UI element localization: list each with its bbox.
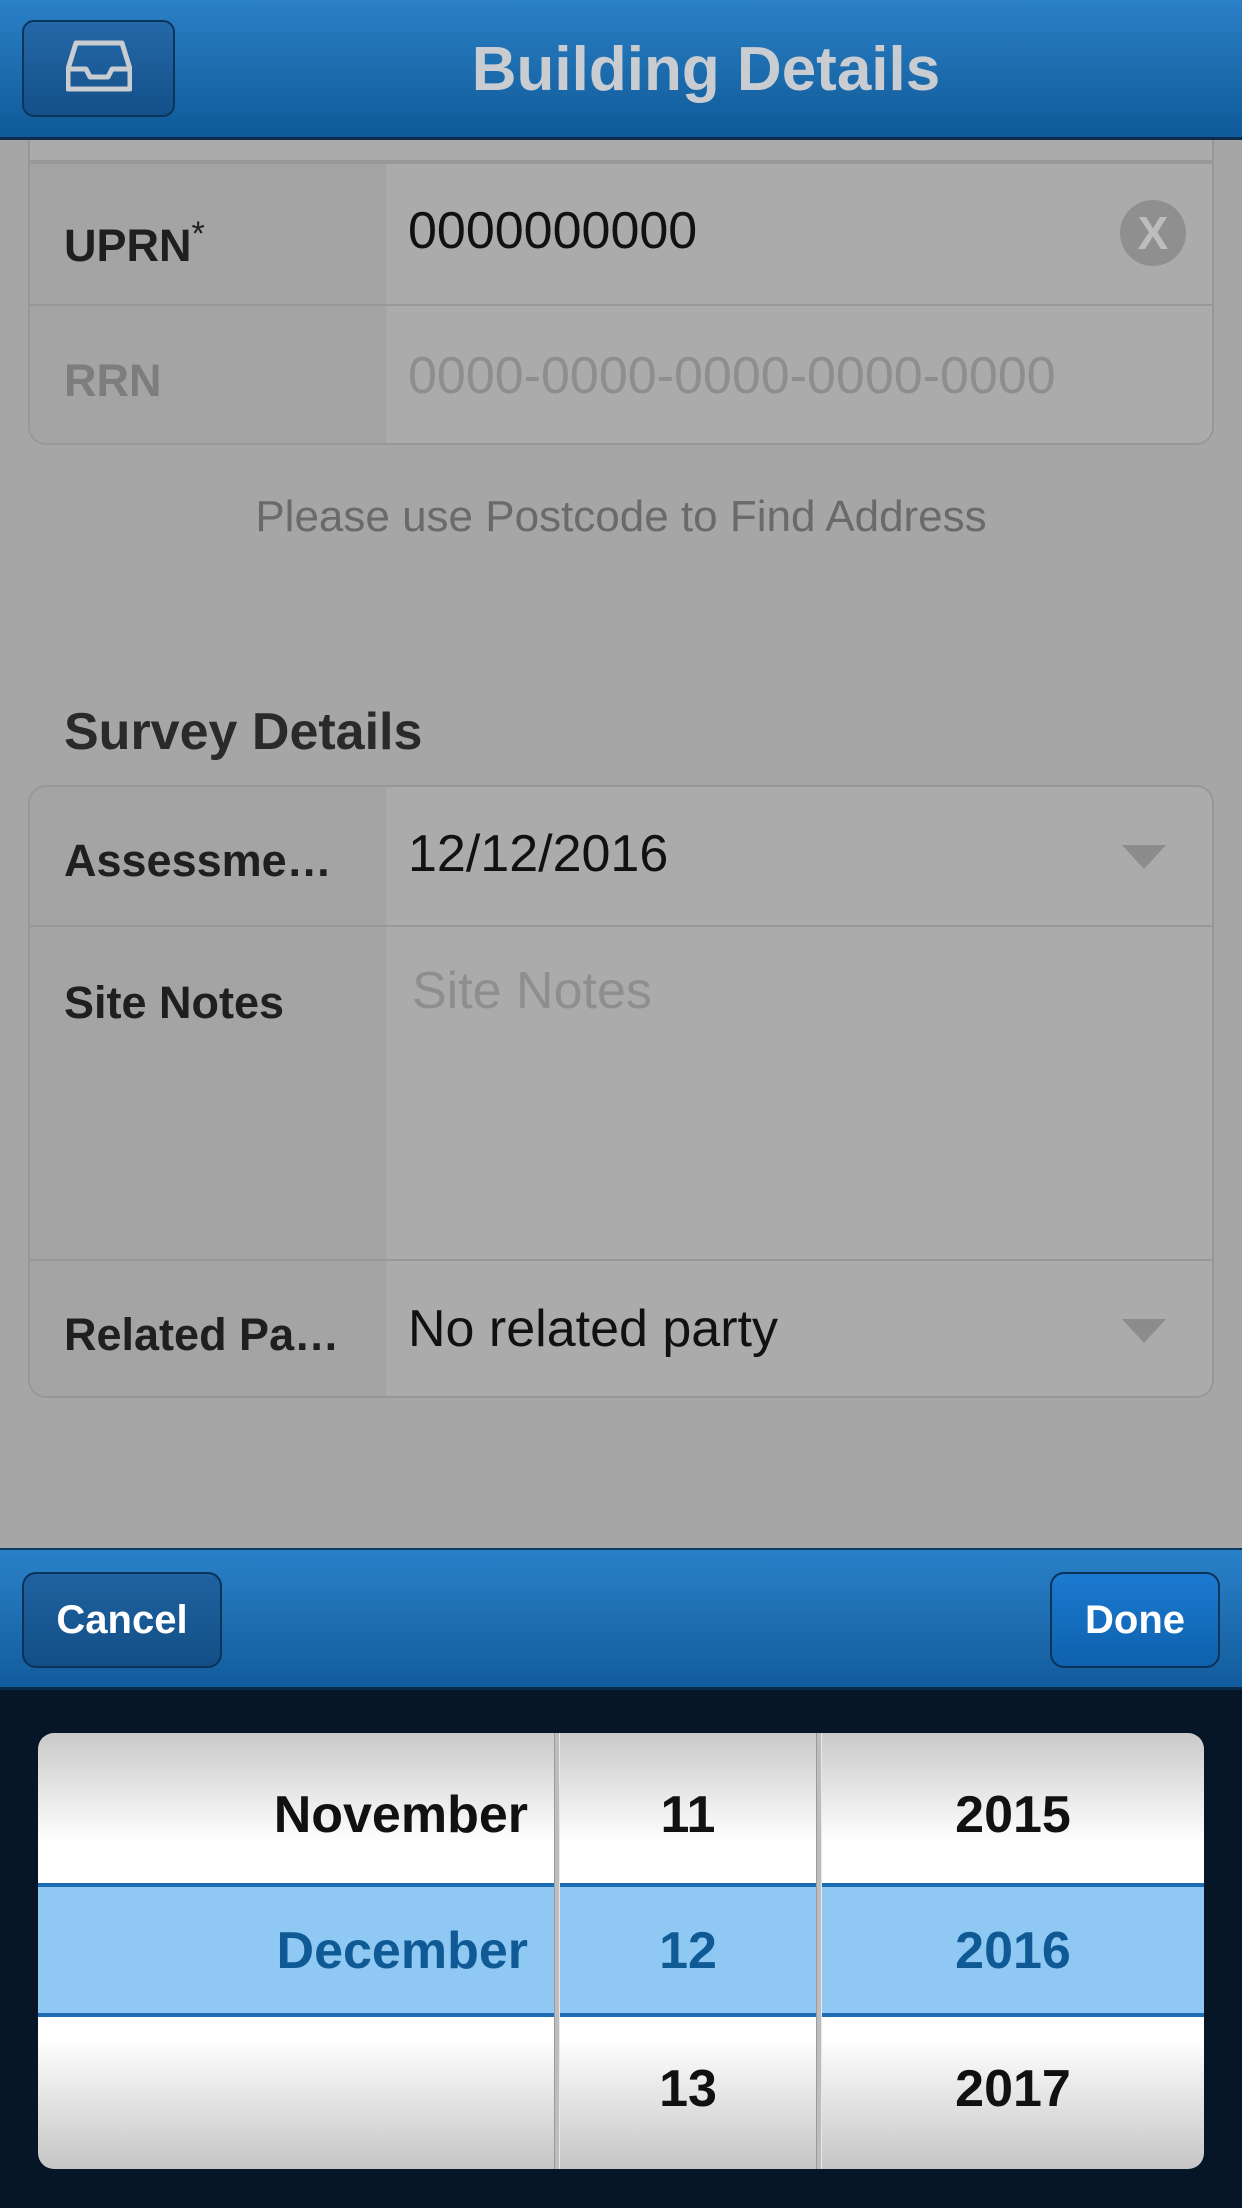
address-group: UPRN* 0000000000 X RRN 0000-0000-0000-00… [28,140,1214,445]
month-column[interactable]: November December [38,1733,528,2169]
site-notes-row: Site Notes Site Notes [30,925,1212,1259]
group-top-strip [30,140,1212,162]
year-item[interactable]: 2015 [822,1785,1204,1845]
rrn-row: RRN 0000-0000-0000-0000-0000 [30,304,1212,443]
year-column[interactable]: 2015 2016 2017 [822,1733,1204,2169]
cancel-button[interactable]: Cancel [22,1572,222,1668]
assessment-date-row[interactable]: Assessme… 12/12/2016 [30,787,1212,925]
survey-group: Assessme… 12/12/2016 Site Notes Site Not… [28,785,1214,1398]
date-picker[interactable]: November December 11 12 13 2015 2016 201… [38,1733,1204,2169]
dropdown-caret-icon [1122,1319,1166,1343]
month-item[interactable]: November [228,1785,528,1845]
uprn-value: 0000000000 [408,202,698,260]
rrn-label: RRN [30,306,386,443]
related-party-field[interactable]: No related party [386,1261,1212,1396]
page-title: Building Details [471,35,941,104]
site-notes-label: Site Notes [30,927,386,1259]
assessment-label: Assessme… [30,787,386,925]
section-title-survey: Survey Details [64,703,423,761]
uprn-row: UPRN* 0000000000 X [30,162,1212,304]
day-item-selected[interactable]: 12 [560,1921,816,1981]
assessment-date-field[interactable]: 12/12/2016 [386,787,1212,925]
uprn-label: UPRN* [30,164,386,304]
uprn-field[interactable]: 0000000000 X [386,164,1212,304]
related-party-label: Related Pa… [30,1261,386,1396]
nav-bar: Building Details [0,0,1242,140]
postcode-hint: Please use Postcode to Find Address [255,492,987,541]
picker-toolbar: Cancel Done [0,1548,1242,1690]
site-notes-field[interactable]: Site Notes [386,927,1212,1259]
rrn-field[interactable]: 0000-0000-0000-0000-0000 [386,306,1212,443]
day-column[interactable]: 11 12 13 [560,1733,816,2169]
day-item[interactable]: 11 [560,1785,816,1845]
done-button[interactable]: Done [1050,1572,1220,1668]
related-party-row[interactable]: Related Pa… No related party [30,1259,1212,1396]
related-party-value: No related party [408,1300,778,1358]
day-item[interactable]: 13 [560,2059,816,2119]
month-item-selected[interactable]: December [228,1921,528,1981]
clear-icon[interactable]: X [1120,200,1186,266]
assessment-date-value: 12/12/2016 [408,825,669,883]
year-item-selected[interactable]: 2016 [822,1921,1204,1981]
year-item[interactable]: 2017 [822,2059,1204,2119]
dropdown-caret-icon [1122,845,1166,869]
month-item[interactable] [228,2059,528,2119]
